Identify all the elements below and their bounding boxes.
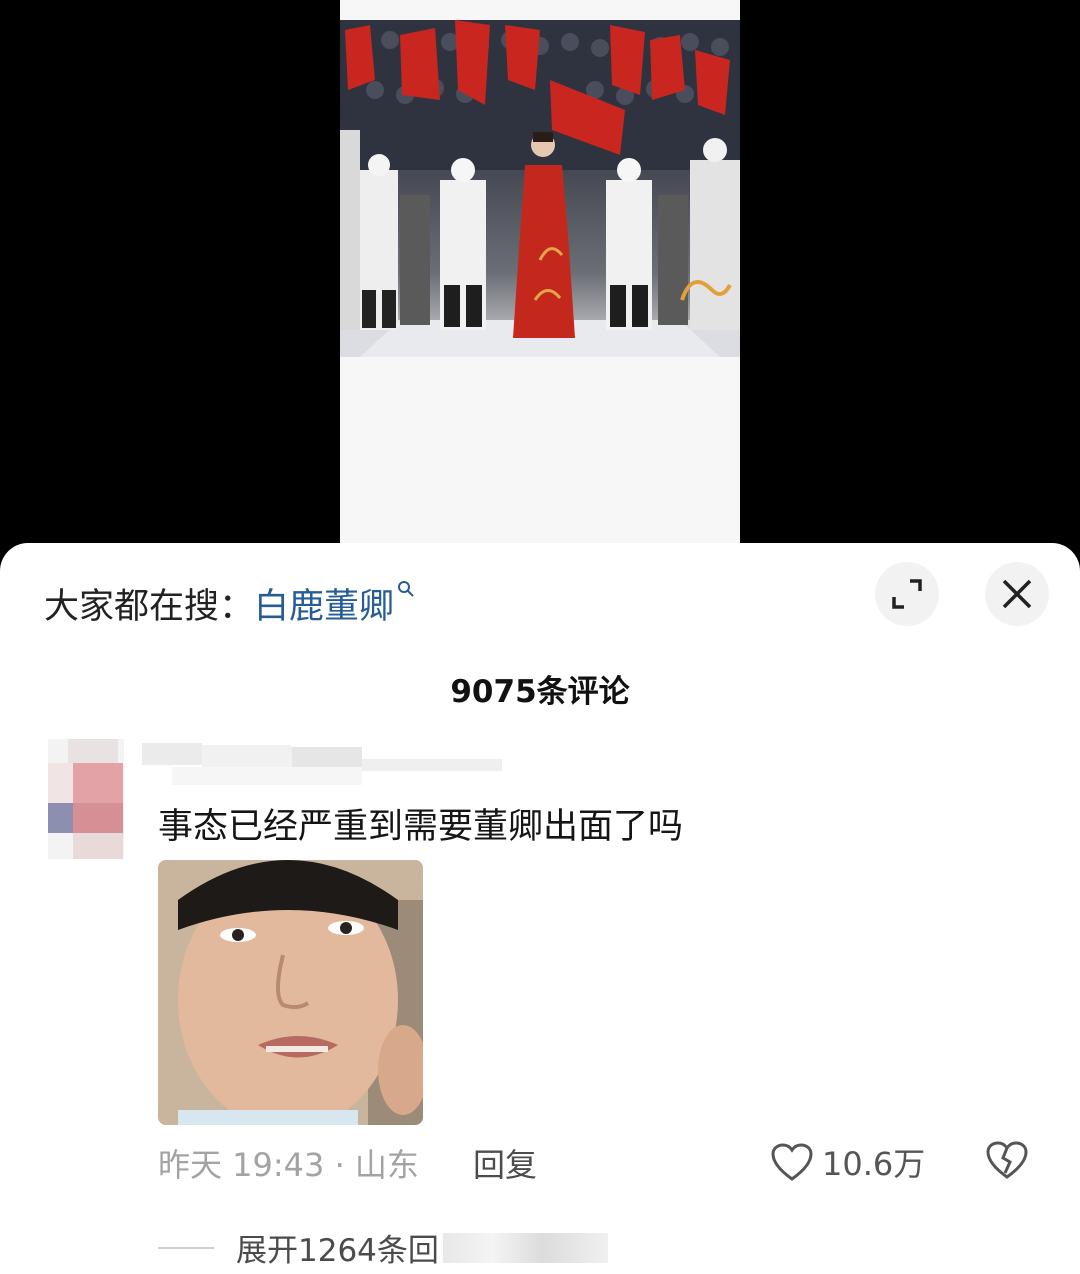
close-button[interactable] — [985, 562, 1049, 626]
avatar[interactable] — [48, 739, 124, 859]
expand-button[interactable] — [875, 562, 939, 626]
search-icon — [397, 580, 415, 603]
blurred-overlay — [442, 1232, 608, 1263]
video-player[interactable] — [340, 0, 740, 560]
expand-replies-label: 展开1264条回 — [236, 1233, 439, 1269]
comments-sheet: 大家都在搜： 白鹿董卿 9075条评论 事态已经严重到需要董卿出面了吗 昨天 1… — [0, 543, 1080, 1274]
broken-heart-icon — [986, 1141, 1028, 1179]
comment-text: 事态已经严重到需要董卿出面了吗 — [158, 807, 684, 847]
username-blurred[interactable] — [142, 741, 502, 789]
close-icon — [1002, 579, 1032, 609]
expand-replies-button[interactable]: 展开1264条回 — [158, 1225, 608, 1270]
comment-meta: 昨天 19:43 · 山东 — [158, 1146, 419, 1184]
video-frame-image — [340, 20, 740, 357]
divider-line — [158, 1246, 214, 1249]
tv-channel-logo — [672, 270, 732, 314]
reply-button[interactable]: 回复 — [473, 1140, 537, 1186]
heart-icon — [771, 1143, 813, 1181]
like-count: 10.6万 — [822, 1145, 926, 1183]
comment-image[interactable] — [158, 860, 423, 1125]
trending-search[interactable]: 大家都在搜： 白鹿董卿 — [44, 578, 415, 629]
expand-icon — [892, 579, 922, 609]
like-button[interactable]: 10.6万 — [770, 1139, 925, 1185]
dislike-button[interactable] — [985, 1140, 1029, 1184]
trending-search-prefix: 大家都在搜： — [44, 587, 255, 627]
trending-search-keyword[interactable]: 白鹿董卿 — [254, 578, 394, 629]
comment-count-title: 9075条评论 — [450, 674, 630, 710]
